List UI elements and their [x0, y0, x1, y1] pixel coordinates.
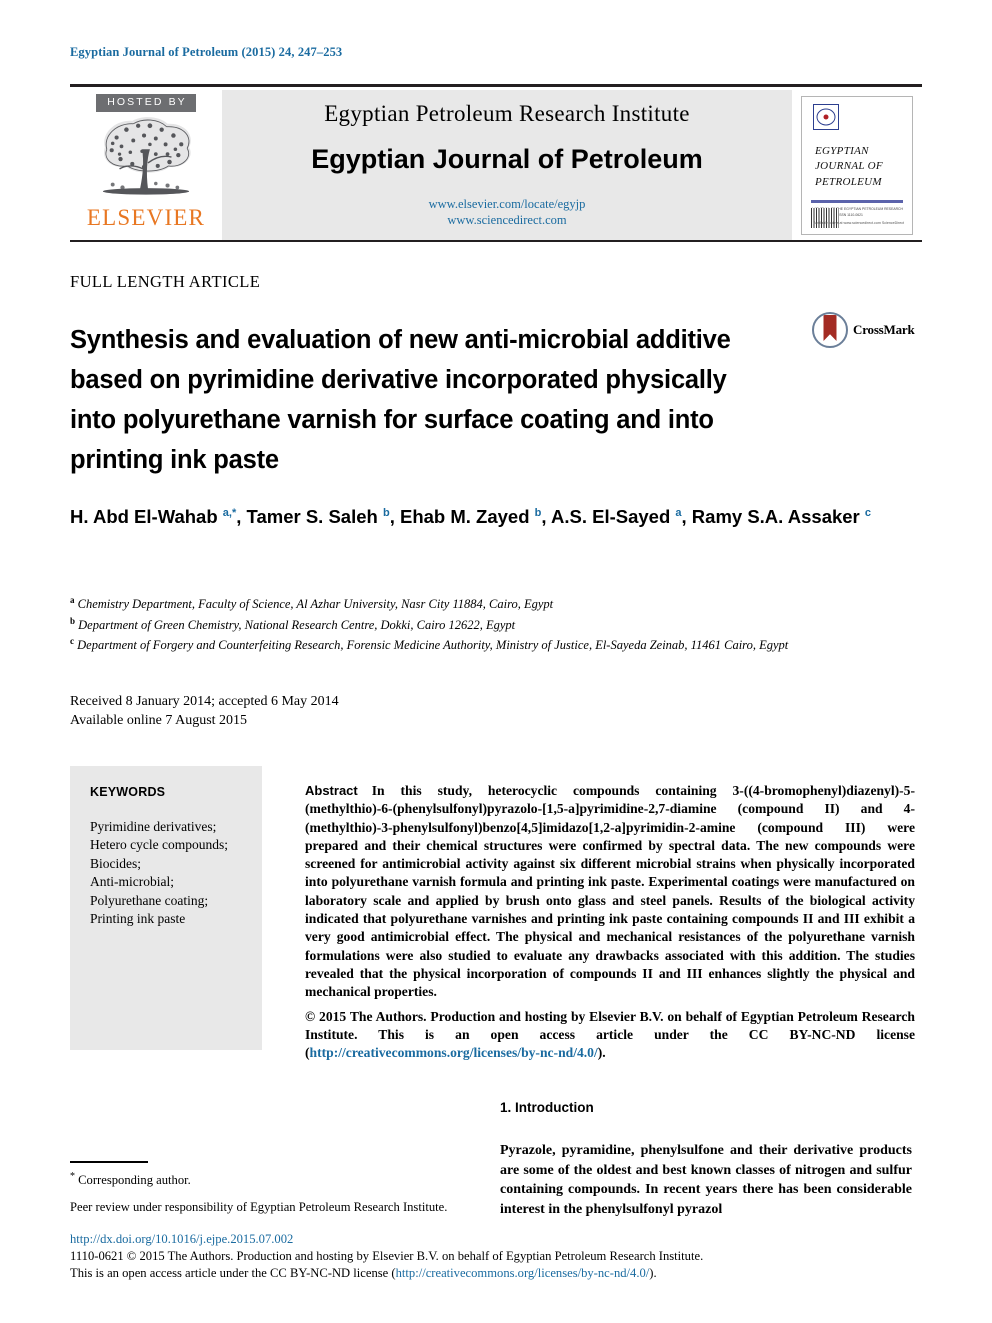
- abstract-copyright: © 2015 The Authors. Production and hosti…: [305, 1008, 915, 1063]
- affiliation-item: c Department of Forgery and Counterfeiti…: [70, 633, 890, 654]
- epri-logo-icon: [813, 103, 839, 130]
- publisher-block: HOSTED BY ELSEVIER: [70, 90, 222, 240]
- keyword-item: Pyrimidine derivatives;: [90, 819, 217, 834]
- author-list: H. Abd El-Wahab a,*, Tamer S. Saleh b, E…: [70, 498, 910, 532]
- elsevier-tree-icon: [102, 116, 191, 195]
- affiliation-text: Department of Green Chemistry, National …: [78, 617, 516, 632]
- affiliation-list: a Chemistry Department, Faculty of Scien…: [70, 592, 890, 654]
- journal-cover-block: EGYPTIAN JOURNAL OF PETROLEUM A JOURNAL …: [792, 90, 922, 240]
- crossmark-icon: [812, 312, 848, 348]
- publication-dates: Received 8 January 2014; accepted 6 May …: [70, 692, 339, 730]
- page-title: Synthesis and evaluation of new anti-mic…: [70, 326, 731, 475]
- cover-rule: [811, 200, 903, 204]
- footnote-peer-review: Peer review under responsibility of Egyp…: [70, 1199, 448, 1214]
- barcode-icon: [811, 207, 839, 228]
- journal-masthead: HOSTED BY ELSEVIER Egyptian Petroleum Re…: [70, 84, 922, 242]
- affiliation-text: Chemistry Department, Faculty of Science…: [77, 597, 554, 612]
- hosted-by-badge: HOSTED BY: [96, 94, 196, 112]
- available-online-date: Available online 7 August 2015: [70, 713, 248, 728]
- keyword-item: Biocides;: [90, 855, 141, 871]
- keyword-item: Hetero cycle compounds;: [90, 837, 228, 853]
- elsevier-wordmark: ELSEVIER: [86, 204, 206, 230]
- keywords-list: Pyrimidine derivatives; Hetero cycle com…: [90, 818, 246, 928]
- crossmark-label: CrossMark: [853, 322, 915, 337]
- cover-sciencedirect-note: Available online at www.sciencedirect.co…: [813, 220, 904, 225]
- asterisk-icon: *: [70, 1171, 75, 1182]
- keyword-item: Polyurethane coating;: [90, 892, 209, 908]
- received-accepted-date: Received 8 January 2014; accepted 6 May …: [70, 694, 339, 709]
- authors-text: H. Abd El-Wahab a,*, Tamer S. Saleh b, E…: [70, 506, 872, 528]
- crossmark-badge[interactable]: CrossMark: [812, 312, 915, 348]
- cover-title-line3: PETROLEUM: [815, 176, 882, 189]
- affiliation-marker: c: [70, 636, 74, 647]
- journal-cover-thumbnail: EGYPTIAN JOURNAL OF PETROLEUM A JOURNAL …: [801, 95, 913, 235]
- keywords-panel: KEYWORDS Pyrimidine derivatives; Hetero …: [70, 766, 262, 1050]
- journal-name: Egyptian Journal of Petroleum: [311, 144, 703, 175]
- page-footer: http://dx.doi.org/10.1016/j.ejpe.2015.07…: [70, 1231, 915, 1282]
- cover-title-line1: EGYPTIAN: [815, 144, 869, 157]
- affiliation-item: b Department of Green Chemistry, Nationa…: [70, 613, 890, 634]
- abstract-section: Abstract In this study, heterocyclic comp…: [305, 782, 915, 1062]
- footer-copyright-line: 1110-0621 © 2015 The Authors. Production…: [70, 1249, 704, 1263]
- affiliation-marker: a: [70, 595, 75, 605]
- footer-license-post: ).: [649, 1266, 657, 1280]
- keywords-heading: KEYWORDS: [90, 785, 166, 799]
- cover-title-line2: JOURNAL OF: [815, 160, 883, 173]
- institute-name: Egyptian Petroleum Research Institute: [324, 101, 690, 127]
- footnote-divider: [70, 1161, 148, 1163]
- introduction-paragraph: Pyrazole, pyramidine, phenylsulfone and …: [500, 1143, 912, 1217]
- affiliation-item: a Chemistry Department, Faculty of Scien…: [70, 592, 890, 613]
- journal-links: www.elsevier.com/locate/egyjp www.scienc…: [429, 197, 586, 228]
- running-head: Egyptian Journal of Petroleum (2015) 24,…: [70, 45, 343, 59]
- footer-license-link[interactable]: http://creativecommons.org/licenses/by-n…: [396, 1266, 650, 1280]
- affiliation-marker: b: [70, 615, 76, 626]
- keyword-item: Printing ink paste: [90, 911, 186, 927]
- keyword-item: Anti-microbial;: [90, 874, 174, 890]
- abstract-body: In this study, heterocyclic compounds co…: [305, 783, 915, 1000]
- copyright-text-2: ).: [597, 1045, 606, 1061]
- cc-license-link[interactable]: http://creativecommons.org/licenses/by-n…: [310, 1045, 598, 1060]
- article-page: Egyptian Journal of Petroleum (2015) 24,…: [0, 0, 992, 1323]
- doi-link[interactable]: http://dx.doi.org/10.1016/j.ejpe.2015.07…: [70, 1231, 915, 1248]
- link-sciencedirect[interactable]: www.sciencedirect.com: [429, 213, 586, 229]
- cover-title: EGYPTIAN JOURNAL OF PETROLEUM: [815, 144, 903, 192]
- section-heading-introduction: 1. Introduction: [500, 1100, 594, 1115]
- affiliation-text: Department of Forgery and Counterfeiting…: [77, 638, 789, 653]
- link-locate[interactable]: www.elsevier.com/locate/egyjp: [429, 197, 586, 213]
- footnotes-block: * Corresponding author. Peer review unde…: [70, 1168, 480, 1216]
- corresponding-author-text: Corresponding author.: [78, 1173, 191, 1188]
- article-type-label: FULL LENGTH ARTICLE: [70, 272, 261, 291]
- footer-license-line: This is an open access article under the…: [70, 1265, 915, 1282]
- footnote-corresponding-author: * Corresponding author.: [70, 1168, 480, 1190]
- journal-title-block: Egyptian Petroleum Research Institute Eg…: [222, 90, 792, 240]
- footer-license-pre: This is an open access article under the…: [70, 1266, 396, 1280]
- abstract-label: Abstract: [305, 783, 358, 798]
